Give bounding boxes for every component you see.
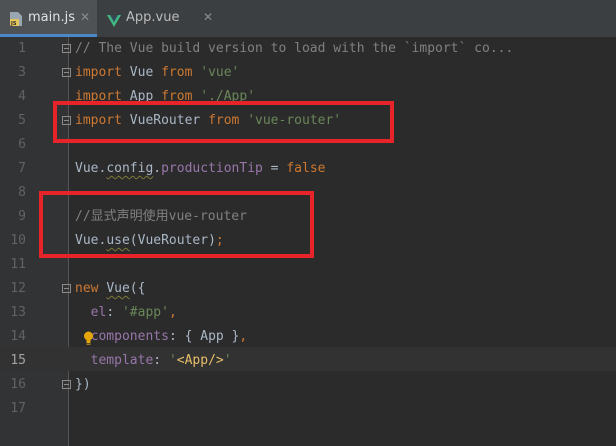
code-line: 3 import Vue from 'vue' — [0, 61, 616, 85]
code-text: components: { App }, — [90, 329, 248, 344]
fold-icon[interactable] — [62, 380, 71, 389]
code-text: import Vue from 'vue' — [75, 65, 240, 80]
code-text: new Vue({ — [75, 281, 146, 296]
line-number: 5 — [18, 113, 26, 128]
line-number: 16 — [10, 377, 26, 392]
code-text: import App from './App' — [75, 89, 256, 104]
code-line-current: 15 template: '<App/>' — [0, 349, 616, 373]
code-text: Vue.config.productionTip = false — [75, 161, 326, 176]
line-number: 10 — [10, 233, 26, 248]
code-text: import VueRouter from 'vue-router' — [75, 113, 342, 128]
vue-file-icon — [107, 15, 121, 27]
line-number: 11 — [10, 257, 26, 272]
line-number: 4 — [18, 89, 26, 104]
code-text: el: '#app', — [90, 305, 177, 320]
code-text: //显式声明使用vue-router — [75, 209, 247, 224]
line-number: 17 — [10, 401, 26, 416]
line-number: 7 — [18, 161, 26, 176]
tab-label: main.js — [28, 10, 75, 25]
code-text: template: '<App/>' — [90, 353, 232, 368]
tab-label: App.vue — [126, 10, 180, 25]
code-line: 10 Vue.use(VueRouter); — [0, 229, 616, 253]
code-line: 13 el: '#app', — [0, 301, 616, 325]
tab-app-vue[interactable]: App.vue ✕ — [97, 0, 217, 37]
line-number: 9 — [18, 209, 26, 224]
line-number: 13 — [10, 305, 26, 320]
code-line: 4 import App from './App' — [0, 85, 616, 109]
line-number: 1 — [18, 41, 26, 56]
code-line: 7 Vue.config.productionTip = false — [0, 157, 616, 181]
code-line: 1 // The Vue build version to load with … — [0, 37, 616, 61]
line-number: 3 — [18, 65, 26, 80]
tab-main-js[interactable]: JS main.js ✕ — [0, 0, 97, 37]
line-number: 8 — [18, 185, 26, 200]
editor-tab-bar: JS main.js ✕ App.vue ✕ — [0, 0, 616, 38]
close-icon[interactable]: ✕ — [203, 10, 213, 24]
code-text: Vue.use(VueRouter); — [75, 233, 224, 248]
code-line: 9 //显式声明使用vue-router — [0, 205, 616, 229]
lightbulb-icon[interactable] — [83, 331, 94, 345]
line-number: 14 — [10, 329, 26, 344]
code-line: 8 — [0, 181, 616, 205]
js-file-icon: JS — [10, 12, 22, 27]
fold-icon[interactable] — [62, 284, 71, 293]
code-line: 11 — [0, 253, 616, 277]
code-line: 6 — [0, 133, 616, 157]
fold-icon[interactable] — [62, 44, 71, 53]
code-line: 12 new Vue({ — [0, 277, 616, 301]
code-text: // The Vue build version to load with th… — [75, 41, 514, 56]
code-text: }) — [75, 377, 91, 392]
svg-text:JS: JS — [10, 21, 17, 27]
code-line: 5 import VueRouter from 'vue-router' — [0, 109, 616, 133]
fold-icon[interactable] — [62, 116, 71, 125]
close-icon[interactable]: ✕ — [80, 10, 90, 24]
line-number: 12 — [10, 281, 26, 296]
fold-icon[interactable] — [62, 68, 71, 77]
code-line: 17 — [0, 397, 616, 421]
line-number: 15 — [10, 353, 26, 368]
code-line: 16 }) — [0, 373, 616, 397]
line-number: 6 — [18, 137, 26, 152]
